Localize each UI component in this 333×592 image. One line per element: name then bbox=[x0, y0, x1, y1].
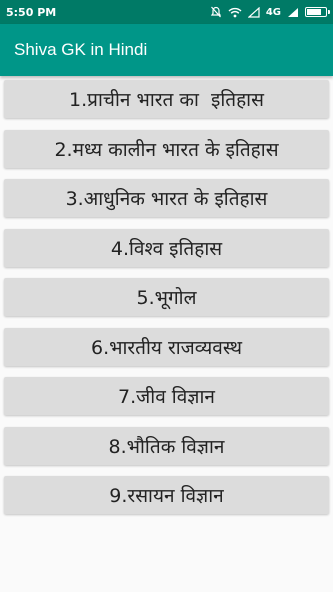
battery-icon bbox=[305, 7, 330, 17]
menu-item-medieval-history[interactable]: 2.मध्य कालीन भारत के इतिहास bbox=[4, 129, 329, 168]
menu-item-physics[interactable]: 8.भौतिक विज्ञान bbox=[4, 426, 329, 465]
menu-item-biology[interactable]: 7.जीव विज्ञान bbox=[4, 377, 329, 415]
battery-level bbox=[307, 9, 321, 15]
signal-icon bbox=[287, 7, 299, 18]
menu-item-geography[interactable]: 5.भूगोल bbox=[4, 278, 329, 316]
status-bar: 5:50 PM 4G bbox=[0, 0, 333, 24]
app-bar: Shiva GK in Hindi bbox=[0, 24, 333, 76]
status-time: 5:50 PM bbox=[6, 5, 57, 19]
menu-item-chemistry[interactable]: 9.रसायन विज्ञान bbox=[4, 476, 329, 514]
menu-item-ancient-history[interactable]: 1.प्राचीन भारत का इतिहास bbox=[4, 80, 329, 118]
menu-list: 1.प्राचीन भारत का इतिहास 2.मध्य कालीन भा… bbox=[4, 80, 329, 526]
app-title: Shiva GK in Hindi bbox=[14, 40, 148, 59]
menu-item-modern-history[interactable]: 3.आधुनिक भारत के इतिहास bbox=[4, 179, 329, 217]
menu-item-polity[interactable]: 6.भारतीय राजव्यवस्थ bbox=[4, 327, 329, 366]
network-type: 4G bbox=[265, 6, 281, 18]
menu-item-world-history[interactable]: 4.विश्व इतिहास bbox=[4, 228, 329, 267]
signal-icon bbox=[247, 6, 260, 18]
wifi-icon bbox=[228, 7, 242, 18]
mute-icon bbox=[210, 6, 222, 18]
